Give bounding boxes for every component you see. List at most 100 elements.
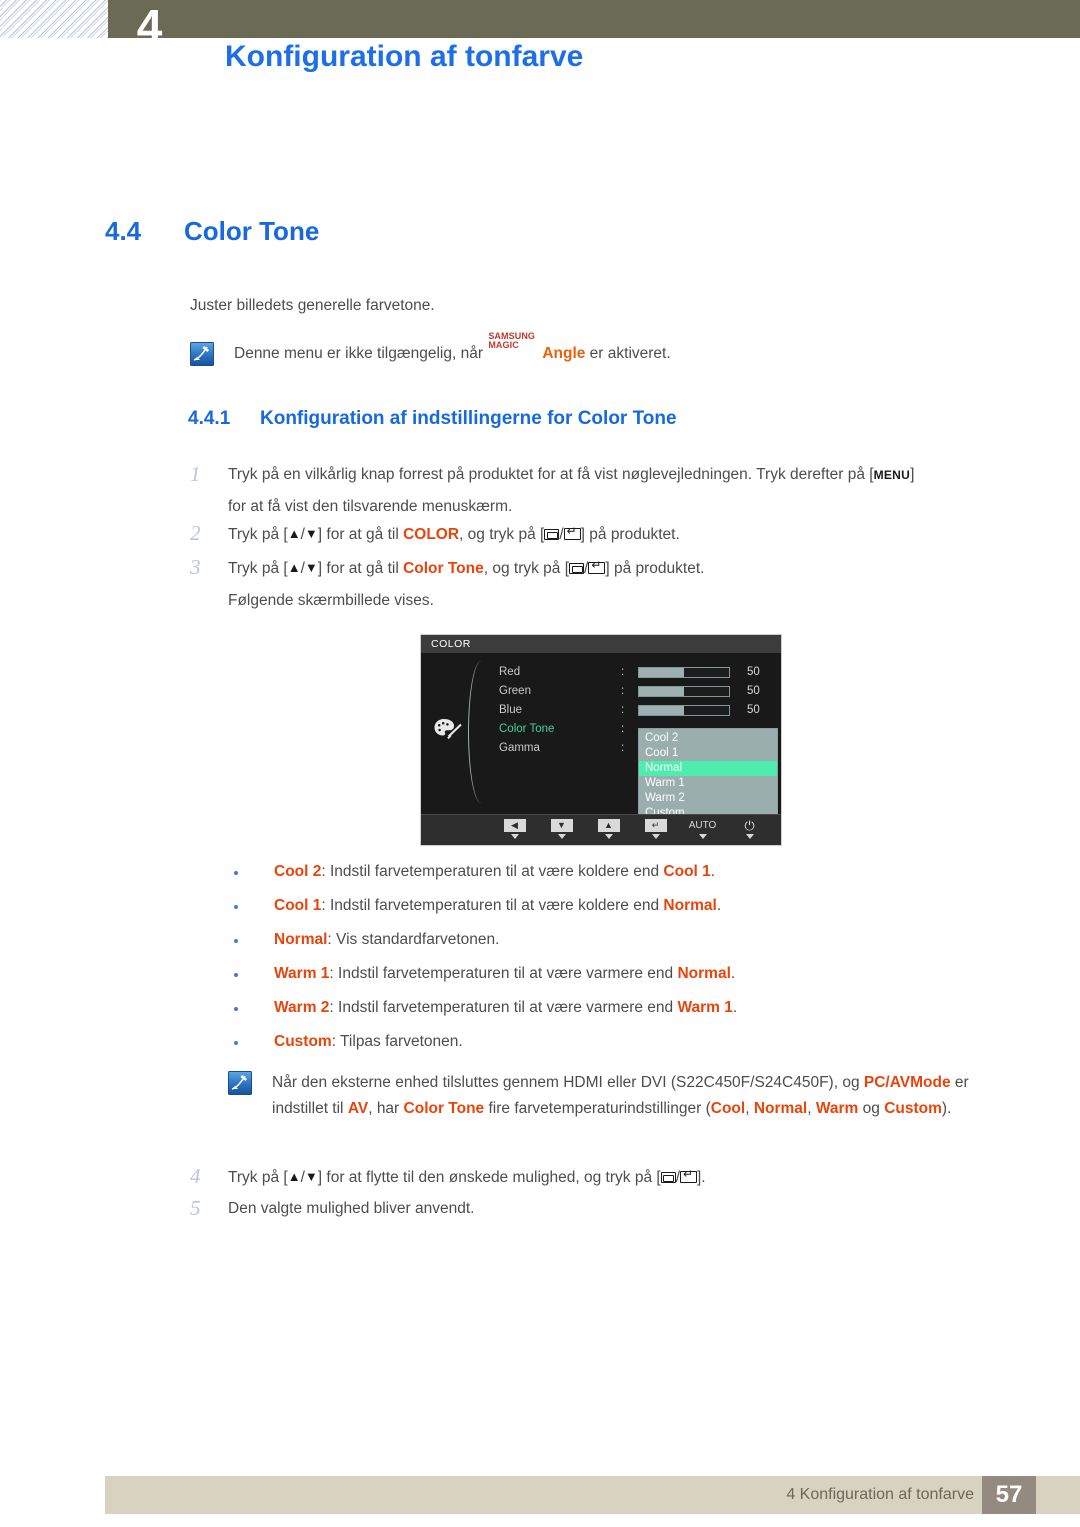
osd-slider-red[interactable] bbox=[638, 667, 730, 678]
option-tail: . bbox=[732, 999, 738, 1016]
step2-part4: ] på produktet. bbox=[580, 526, 680, 543]
option-term: Custom bbox=[274, 1033, 332, 1050]
option-term: Warm 2 bbox=[274, 999, 330, 1016]
osd-arc-decoration bbox=[468, 661, 490, 803]
source-box-icon bbox=[660, 1172, 676, 1183]
note2-line2d: , har bbox=[368, 1100, 404, 1117]
button-tick-marker bbox=[604, 834, 613, 839]
down-triangle-icon: ▼ bbox=[304, 526, 318, 541]
source-box-icon bbox=[569, 563, 585, 574]
note2-cool: Cool bbox=[710, 1100, 746, 1117]
section-heading: 4.4 Color Tone bbox=[105, 216, 319, 247]
dropdown-option-cool-2[interactable]: Cool 2 bbox=[639, 731, 777, 746]
down-triangle-icon: ▼ bbox=[304, 1169, 318, 1184]
section-intro-text: Juster billedets generelle farvetone. bbox=[190, 297, 435, 314]
osd-label: Green bbox=[499, 685, 531, 697]
step3-part4: ] på produktet. bbox=[605, 560, 705, 577]
note-pencil-icon bbox=[228, 1071, 252, 1095]
note-text: Når den eksterne enhed tilsluttes gennem… bbox=[272, 1070, 1017, 1122]
up-triangle-icon: ▲ bbox=[597, 819, 620, 832]
option-term: Cool 1 bbox=[274, 897, 322, 914]
up-triangle-icon: ▲ bbox=[287, 526, 301, 541]
osd-row-red[interactable]: Red : 50 bbox=[499, 663, 779, 682]
note-pencil-icon bbox=[190, 342, 214, 366]
note2-line1a: Når den eksterne enhed tilsluttes gennem… bbox=[272, 1074, 864, 1091]
color-tone-dropdown[interactable]: Cool 2 Cool 1 Normal Warm 1 Warm 2 Custo… bbox=[638, 728, 778, 825]
osd-colon: : bbox=[621, 723, 625, 735]
osd-button-bar: ◀ ▼ ▲ ↵ AUTO ⏻ bbox=[421, 814, 781, 845]
osd-button-down[interactable]: ▼ bbox=[538, 819, 585, 839]
note2-mode: Mode bbox=[910, 1074, 951, 1091]
footer-chapter-label: 4 Konfiguration af tonfarve bbox=[786, 1486, 974, 1503]
dropdown-option-warm-1[interactable]: Warm 1 bbox=[639, 776, 777, 791]
enter-key-icon bbox=[588, 559, 606, 574]
chapter-title: Konfiguration af tonfarve bbox=[225, 40, 584, 73]
down-triangle-icon: ▼ bbox=[304, 560, 318, 575]
down-triangle-icon: ▼ bbox=[550, 819, 573, 832]
note2-colortone: Color Tone bbox=[403, 1100, 485, 1117]
osd-body: Red : 50 Green : 50 Blue : 50 Color Tone… bbox=[421, 653, 781, 825]
dropdown-option-warm-2[interactable]: Warm 2 bbox=[639, 791, 777, 806]
option-tail: . bbox=[730, 965, 736, 982]
step-text: Den valgte mulighed bliver anvendt. bbox=[228, 1200, 475, 1217]
page-number: 57 bbox=[982, 1476, 1036, 1514]
osd-button-auto[interactable]: AUTO bbox=[679, 819, 726, 839]
osd-button-enter[interactable]: ↵ bbox=[632, 819, 679, 839]
list-item: Normal: Vis standardfarvetonen. bbox=[228, 923, 1028, 957]
step2-part1: Tryk på [ bbox=[228, 526, 288, 543]
note2-normal: Normal bbox=[753, 1100, 808, 1117]
enter-arrow-icon: ↵ bbox=[644, 819, 667, 832]
osd-colon: : bbox=[621, 704, 625, 716]
step-4: 4 Tryk på [▲/▼] for at flytte til den øn… bbox=[190, 1161, 1020, 1194]
osd-label: Blue bbox=[499, 704, 523, 716]
osd-slider-blue[interactable] bbox=[638, 705, 730, 716]
corner-hatch-decoration-overlay bbox=[0, 0, 108, 38]
step-5: 5 Den valgte mulighed bliver anvendt. bbox=[190, 1193, 1020, 1225]
option-desc: : Indstil farvetemperaturen til at være … bbox=[321, 897, 664, 914]
osd-row-blue[interactable]: Blue : 50 bbox=[499, 701, 779, 720]
button-tick-marker bbox=[651, 834, 660, 839]
dropdown-option-normal[interactable]: Normal bbox=[639, 761, 777, 776]
option-desc: : Indstil farvetemperaturen til at være … bbox=[321, 863, 664, 880]
magic-logo-bottom: MAGIC bbox=[488, 340, 519, 350]
osd-button-left[interactable]: ◀ bbox=[491, 819, 538, 839]
note2-og: og bbox=[858, 1100, 880, 1117]
source-box-icon bbox=[544, 529, 560, 540]
magic-angle-label: Angle bbox=[542, 345, 586, 362]
osd-slider-green[interactable] bbox=[638, 686, 730, 697]
section-number: 4.4 bbox=[105, 216, 142, 246]
step-2: 2 Tryk på [▲/▼] for at gå til COLOR, og … bbox=[190, 518, 1020, 551]
step-number: 1 bbox=[190, 462, 201, 486]
step3-part3: , og tryk på [ bbox=[483, 560, 570, 577]
option-ref: Normal bbox=[677, 965, 731, 982]
note-text-before: Denne menu er ikke tilgængelig, når bbox=[234, 345, 488, 362]
list-item: Cool 1: Indstil farvetemperaturen til at… bbox=[228, 889, 1028, 923]
left-triangle-icon: ◀ bbox=[503, 819, 526, 832]
button-tick-marker bbox=[745, 834, 754, 839]
list-item: Custom: Tilpas farvetonen. bbox=[228, 1025, 1028, 1059]
step-number: 5 bbox=[190, 1196, 201, 1220]
option-ref: Cool 1 bbox=[663, 863, 711, 880]
note-text-after: er aktiveret. bbox=[585, 345, 671, 362]
list-item: Cool 2: Indstil farvetemperaturen til at… bbox=[228, 855, 1028, 889]
note2-sep2: , bbox=[807, 1100, 816, 1117]
chapter-number: 4 bbox=[136, 0, 163, 52]
dropdown-option-cool-1[interactable]: Cool 1 bbox=[639, 746, 777, 761]
note2-warm: Warm bbox=[815, 1100, 859, 1117]
option-desc: : Vis standardfarvetonen. bbox=[327, 931, 500, 948]
note2-av: AV bbox=[347, 1100, 369, 1117]
note2-pcav: PC/AV bbox=[863, 1074, 911, 1091]
osd-value: 50 bbox=[747, 704, 760, 716]
power-icon: ⏻ bbox=[744, 818, 755, 833]
step2-part2: ] for at gå til bbox=[317, 526, 404, 543]
option-desc: : Indstil farvetemperaturen til at være … bbox=[329, 999, 678, 1016]
auto-label: AUTO bbox=[688, 820, 717, 831]
section-title: Color Tone bbox=[184, 216, 320, 246]
osd-button-up[interactable]: ▲ bbox=[585, 819, 632, 839]
step2-part3: , og tryk på [ bbox=[459, 526, 545, 543]
step-number: 2 bbox=[190, 521, 201, 545]
osd-row-green[interactable]: Green : 50 bbox=[499, 682, 779, 701]
step-text: Tryk på [▲/▼] for at gå til COLOR, og tr… bbox=[228, 518, 680, 551]
button-tick-marker bbox=[557, 834, 566, 839]
osd-button-power[interactable]: ⏻ bbox=[726, 819, 773, 839]
